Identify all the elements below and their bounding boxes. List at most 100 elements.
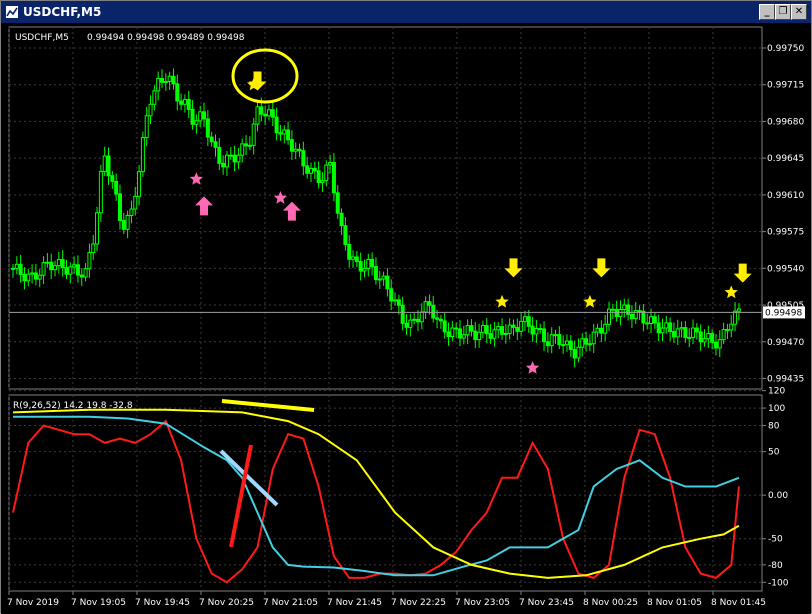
candle-body [140, 137, 145, 173]
candle-body [652, 316, 657, 324]
candle-body [167, 75, 172, 83]
candle-body [286, 129, 291, 141]
candle-body [515, 326, 520, 332]
price-tick-label: 0.99715 [767, 81, 804, 91]
indicator-tick-label: -80 [768, 561, 783, 571]
candle-body [675, 328, 680, 338]
candle-body [442, 320, 447, 333]
candle-body [148, 103, 153, 117]
candle-body [110, 175, 115, 182]
candle-body [26, 273, 31, 282]
restore-button[interactable]: ❐ [775, 4, 791, 20]
candle-body [721, 329, 726, 341]
candle-body [282, 129, 287, 135]
candle-body [549, 334, 554, 347]
candle-body [572, 349, 577, 359]
candle-body [366, 258, 371, 269]
time-tick-label: 7 Nov 22:25 [391, 598, 446, 608]
candle-body [179, 100, 184, 105]
candle-body [49, 261, 54, 271]
candle-body [133, 195, 138, 210]
candle-body [396, 299, 401, 306]
candle-body [22, 273, 27, 282]
candle-body [274, 116, 279, 134]
candle-body [454, 327, 459, 330]
candle-body [339, 212, 344, 227]
candle-body [450, 327, 455, 338]
candle-body [568, 340, 573, 351]
candle-body [266, 109, 271, 117]
candle-body [328, 162, 333, 166]
candle-body [202, 111, 207, 120]
candle-body [538, 327, 543, 330]
candle-body [671, 331, 676, 338]
candle-body [205, 118, 210, 138]
candle-body [316, 170, 321, 183]
close-button[interactable]: ✕ [791, 4, 807, 20]
candle-body [561, 344, 566, 347]
candle-body [408, 319, 413, 328]
candle-body [496, 326, 501, 331]
chart-svg[interactable]: 0.99750 0.99715 0.99680 0.99645 0.99610 0.995… [1, 23, 811, 614]
candle-body [297, 148, 302, 152]
candle-body [14, 263, 19, 269]
candle-body [435, 317, 440, 320]
candle-body [492, 329, 497, 339]
candle-body [404, 322, 409, 328]
candle-body [30, 272, 35, 275]
candle-body [519, 320, 524, 332]
candle-body [228, 154, 233, 157]
candle-body [41, 262, 46, 276]
candle-body [129, 208, 134, 217]
candle-body [591, 331, 596, 345]
price-tick-label: 0.99680 [767, 117, 804, 127]
candle-body [11, 267, 15, 270]
candle-body [175, 83, 180, 102]
candle-body [213, 141, 218, 148]
time-tick-label: 7 Nov 2019 [7, 598, 59, 608]
candle-body [33, 272, 38, 280]
candle-body [347, 243, 352, 260]
candle-body [522, 316, 527, 322]
candle-body [232, 154, 237, 163]
candle-body [98, 171, 103, 214]
candle-body [64, 267, 69, 275]
candle-body [664, 322, 669, 329]
candle-body [484, 325, 489, 335]
candle-body [106, 155, 111, 177]
candle-body [461, 334, 466, 339]
price-tick-label: 0.99470 [767, 338, 804, 348]
chart-app-icon [6, 6, 18, 18]
candle-body [117, 193, 122, 221]
candle-body [729, 323, 734, 331]
time-tick-label: 7 Nov 19:05 [71, 598, 126, 608]
candle-body [587, 343, 592, 346]
candle-body [144, 115, 149, 139]
candle-body [53, 265, 58, 271]
candle-body [37, 274, 42, 280]
time-tick-label: 8 Nov 00:25 [583, 598, 638, 608]
candle-body [68, 266, 73, 275]
candle-body [736, 308, 741, 312]
ohlc-readout: 0.99494 0.99498 0.99489 0.99498 [87, 33, 245, 43]
candle-body [480, 325, 485, 333]
candle-body [412, 318, 417, 321]
candle-body [370, 258, 375, 268]
candle-body [60, 259, 65, 269]
window-title: USDCHF,M5 [23, 5, 102, 19]
minimize-button[interactable]: _ [759, 4, 775, 20]
title-bar[interactable]: USDCHF,M5 _ ❐ ✕ [1, 1, 811, 23]
candle-body [278, 132, 283, 135]
candle-body [637, 310, 642, 313]
candle-body [209, 136, 214, 143]
price-tick-label: 0.99540 [767, 264, 804, 274]
candle-body [240, 143, 245, 156]
candle-body [182, 99, 187, 105]
candle-body [362, 267, 367, 272]
candle-body [335, 192, 340, 214]
price-tick-label: 0.99750 [767, 44, 804, 54]
candle-body [343, 225, 348, 245]
candle-body [358, 261, 363, 272]
candle-body [576, 346, 581, 359]
current-price-text: 0.99498 [765, 308, 802, 318]
